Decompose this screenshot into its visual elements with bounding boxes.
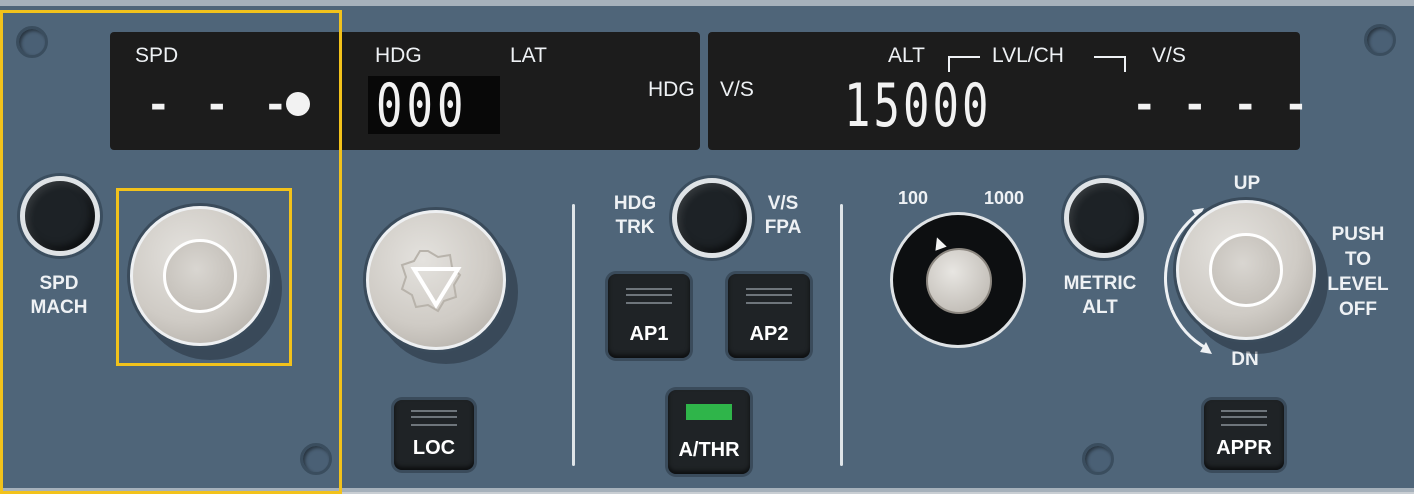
spd-value: - - - [150,82,298,128]
vs-value: - - - - [1136,82,1315,128]
athr-button[interactable]: A/THR [668,390,750,474]
alt-increment-100-label: 100 [897,188,929,208]
spd-mach-label: SPD MACH [30,273,88,318]
metric-alt-label: METRIC ALT [1063,273,1137,318]
vs-fpa-label: V/S FPA [764,193,802,238]
altitude-knob[interactable] [1176,200,1316,340]
ap2-indicator [746,288,792,304]
loc-button[interactable]: LOC [394,400,474,470]
appr-button[interactable]: APPR [1204,400,1284,470]
heading-knob[interactable] [366,210,506,350]
screw-bottom-mid [300,443,332,475]
ap2-button[interactable]: AP2 [728,274,810,358]
hdg-right-label: HDG [648,78,695,101]
screw-bottom-right [1082,443,1114,475]
spd-mach-button[interactable] [20,176,100,256]
ap1-label: AP1 [629,323,669,345]
alt-label: ALT [888,44,925,67]
speed-knob[interactable] [130,206,270,346]
appr-label: APPR [1216,437,1272,459]
altitude-knob-center [1209,233,1283,307]
lvlch-bracket-right [1094,56,1126,72]
ap1-indicator [626,288,672,304]
hdg-trk-label: HDG TRK [613,193,657,238]
hdg-label: HDG [375,44,422,67]
alt-increment-1000-label: 1000 [983,188,1025,208]
alt-up-label: UP [1233,173,1261,194]
push-to-level-off-label: PUSH TO LEVEL OFF [1327,224,1389,320]
vs-label: V/S [1152,44,1186,67]
screw-top-right [1364,24,1396,56]
lat-label: LAT [510,44,547,67]
heading-knob-triangle-icon [400,250,462,313]
appr-indicator [1221,410,1267,426]
right-display: V/S ALT LVL/CH V/S 15000 - - - - [708,32,1304,150]
left-display: SPD - - - HDG LAT 000 HDG [110,32,700,150]
ap1-button[interactable]: AP1 [608,274,690,358]
divider-right [840,204,843,466]
alt-dn-label: DN [1231,349,1259,370]
loc-label: LOC [412,437,456,459]
alt-increment-pointer [931,235,947,251]
vs-left-label: V/S [720,78,754,101]
athr-label: A/THR [678,439,740,461]
managed-speed-dot [286,92,310,116]
ap2-label: AP2 [749,323,789,345]
loc-indicator [411,410,457,426]
alt-increment-selector[interactable] [890,212,1026,348]
divider-left [572,204,575,466]
fcu-panel: SPD - - - HDG LAT 000 HDG V/S ALT LVL/CH… [0,0,1414,494]
metric-alt-button[interactable] [1064,178,1144,258]
alt-increment-knob [926,248,992,314]
speed-knob-center [163,239,237,313]
lvlch-label: LVL/CH [992,44,1064,67]
spd-label: SPD [135,44,179,67]
hdg-value: 000 [376,72,468,141]
lvlch-bracket-left [948,56,980,72]
athr-indicator [686,404,732,420]
screw-top-left [16,26,48,58]
alt-value: 15000 [844,72,992,141]
hdg-trk-vs-fpa-button[interactable] [672,178,752,258]
